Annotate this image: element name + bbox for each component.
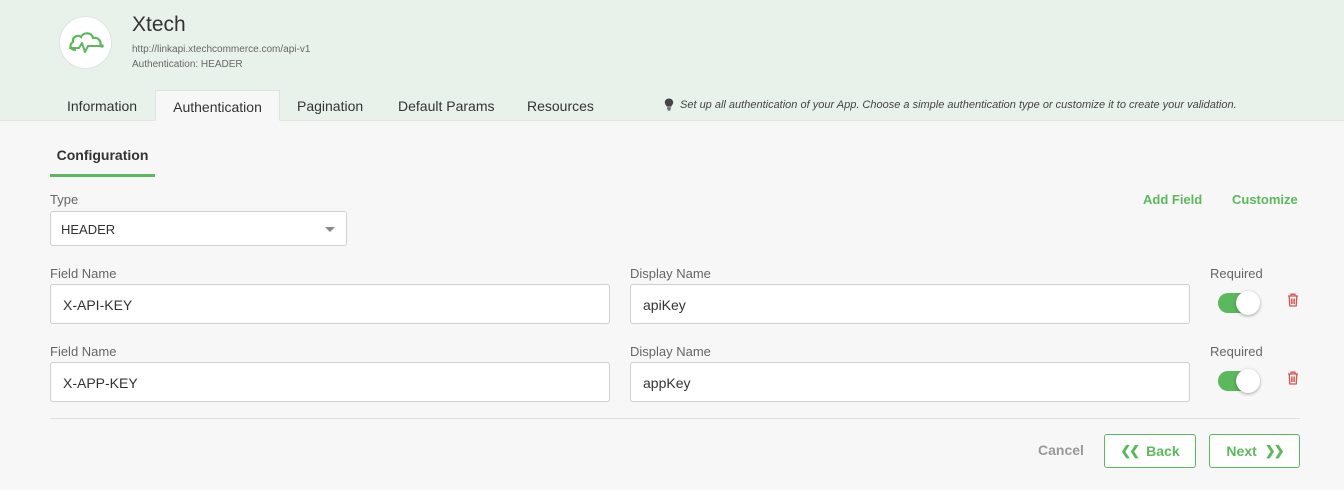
display-name-label: Display Name	[630, 344, 711, 359]
display-name-input[interactable]: appKey	[630, 362, 1190, 402]
required-toggle[interactable]	[1218, 291, 1260, 315]
add-field-link[interactable]: Add Field	[1143, 192, 1202, 207]
next-button[interactable]: Next ❯❯	[1209, 434, 1300, 468]
toggle-knob	[1236, 291, 1260, 315]
auth-type-select[interactable]: HEADER	[50, 211, 347, 246]
display-name-input[interactable]: apiKey	[630, 284, 1190, 324]
next-button-label: Next	[1226, 443, 1257, 459]
cancel-button[interactable]: Cancel	[1038, 442, 1084, 458]
auth-hint: Set up all authentication of your App. C…	[664, 98, 1237, 111]
double-chevron-right-icon: ❯❯	[1264, 443, 1285, 458]
tab-information[interactable]: Information	[67, 90, 137, 121]
app-header: Xtech http://linkapi.xtechcommerce.com/a…	[0, 0, 1344, 121]
tab-configuration[interactable]: Configuration	[50, 146, 155, 177]
auth-type-value: HEADER	[61, 222, 116, 237]
field-name-label: Field Name	[50, 266, 117, 281]
field-name-input[interactable]: X-APP-KEY	[50, 362, 610, 402]
app-logo	[59, 16, 112, 69]
trash-icon[interactable]	[1287, 293, 1299, 307]
app-auth-type: Authentication: HEADER	[132, 59, 243, 70]
required-label: Required	[1210, 344, 1263, 359]
field-name-input[interactable]: X-API-KEY	[50, 284, 610, 324]
customize-link[interactable]: Customize	[1232, 192, 1298, 207]
tab-pagination[interactable]: Pagination	[297, 90, 363, 121]
tab-default-params[interactable]: Default Params	[398, 90, 494, 121]
hint-text: Set up all authentication of your App. C…	[680, 98, 1237, 111]
back-button-label: Back	[1146, 443, 1180, 459]
cloud-logo-icon	[68, 31, 104, 53]
double-chevron-left-icon: ❮❮	[1120, 443, 1140, 458]
tab-resources[interactable]: Resources	[527, 90, 594, 121]
back-button[interactable]: ❮❮ Back	[1104, 434, 1196, 468]
toggle-knob	[1236, 369, 1260, 393]
app-title: Xtech	[132, 13, 186, 36]
display-name-label: Display Name	[630, 266, 711, 281]
required-toggle[interactable]	[1218, 369, 1260, 393]
trash-icon[interactable]	[1287, 371, 1299, 385]
app-url: http://linkapi.xtechcommerce.com/api-v1	[132, 44, 311, 55]
caret-down-icon	[325, 227, 335, 232]
footer-divider	[50, 418, 1300, 419]
lightbulb-icon	[664, 98, 674, 111]
required-label: Required	[1210, 266, 1263, 281]
field-name-label: Field Name	[50, 344, 117, 359]
tab-authentication[interactable]: Authentication	[155, 90, 280, 121]
type-label: Type	[50, 192, 79, 207]
